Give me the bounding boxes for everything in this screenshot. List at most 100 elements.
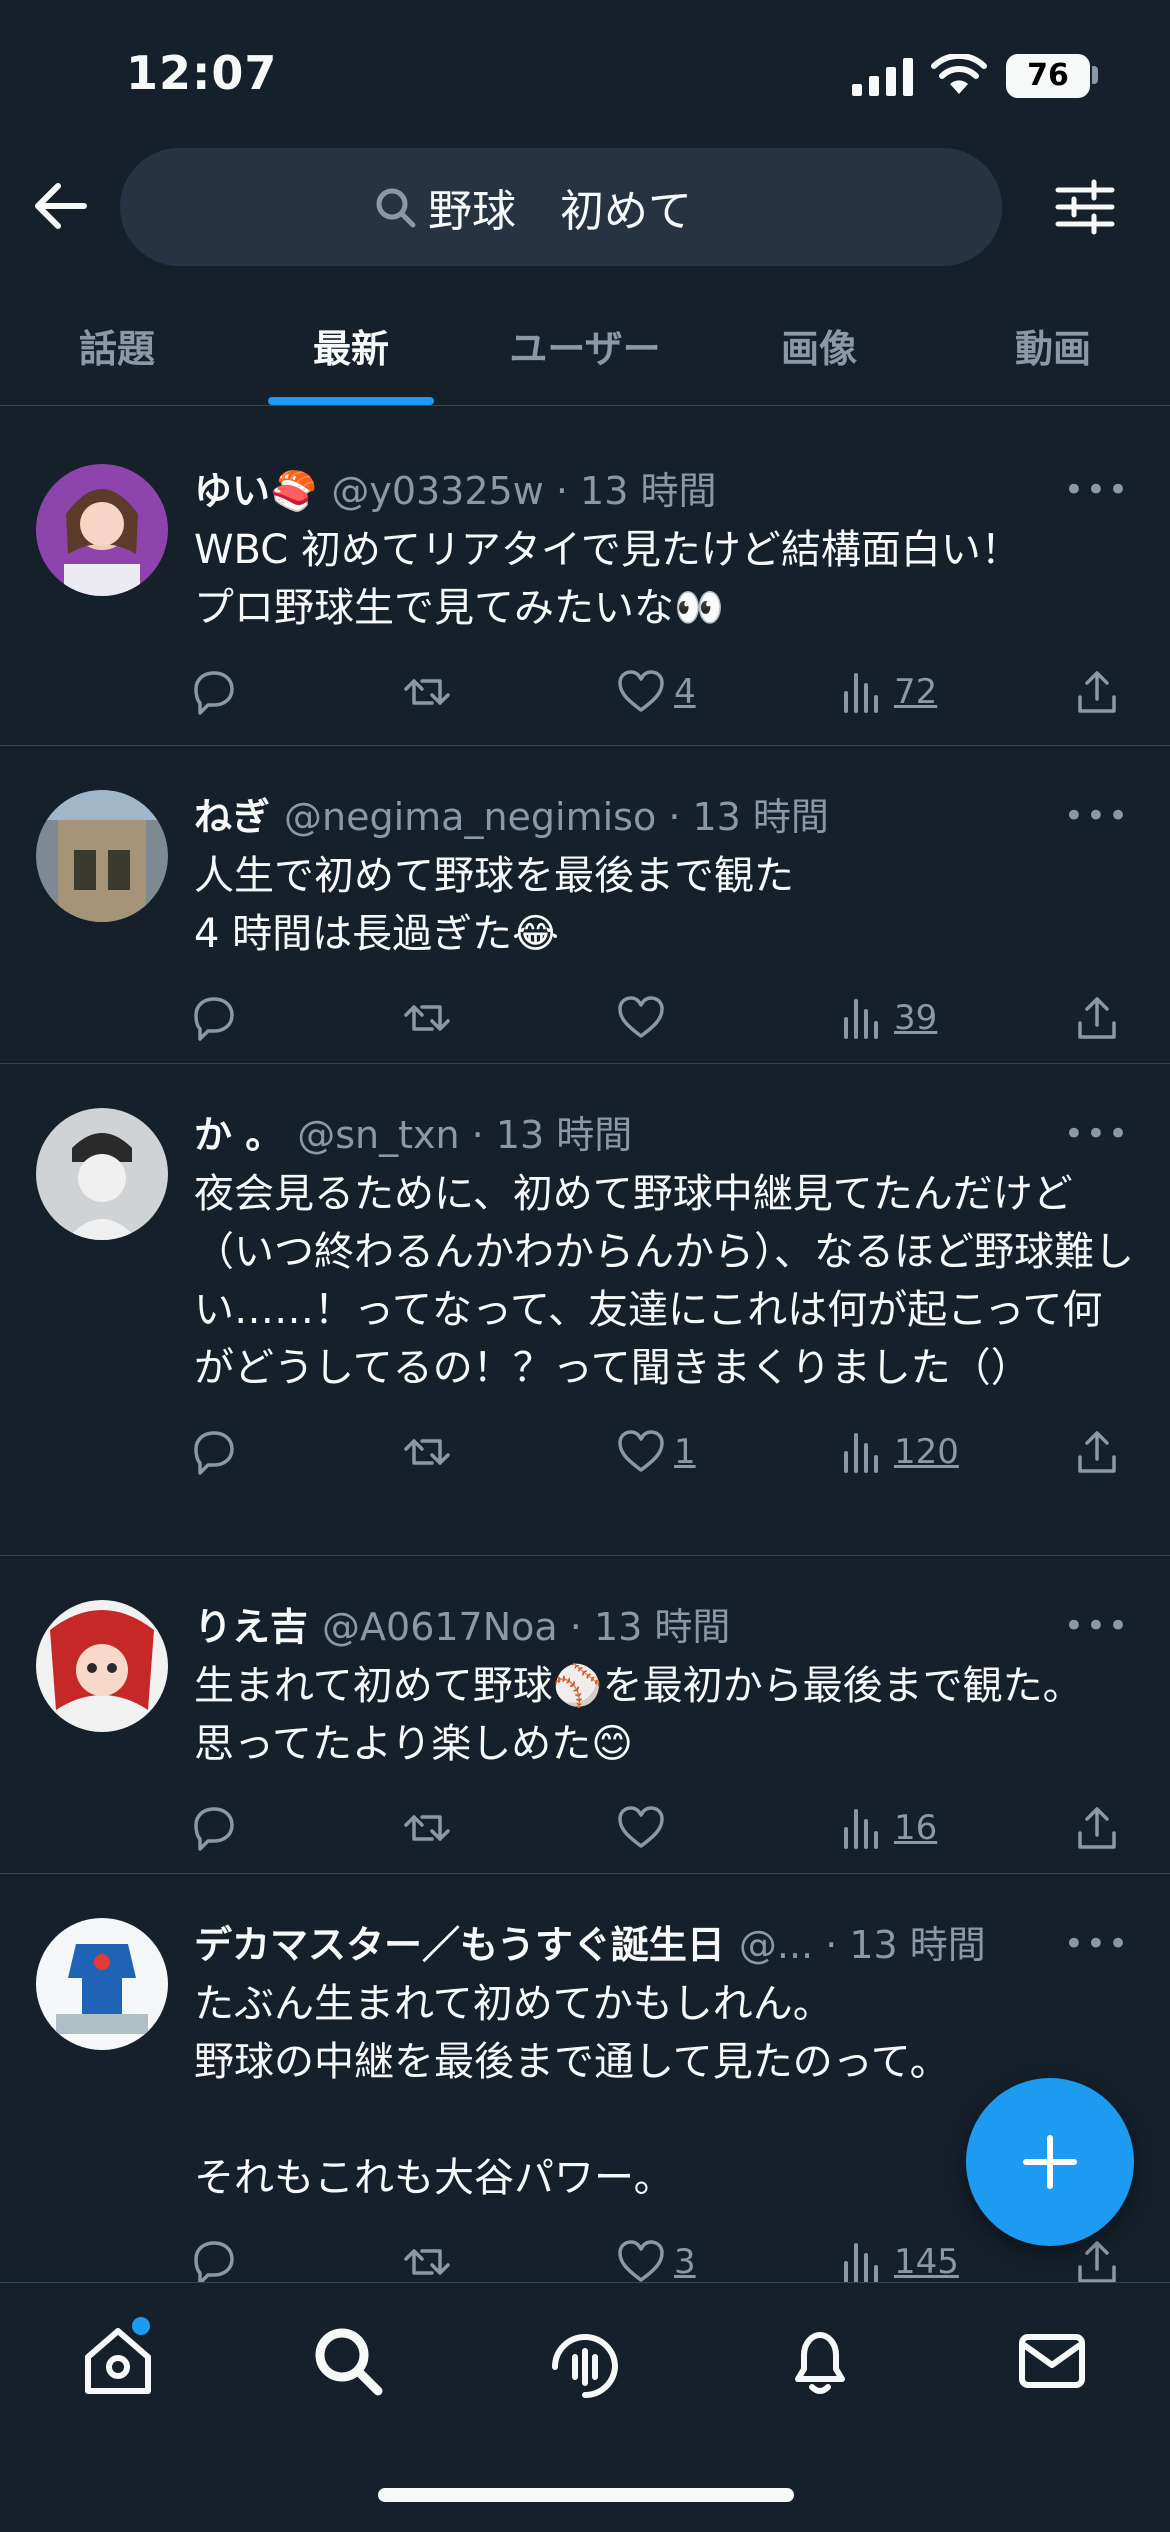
handle[interactable]: @sn_txn (297, 1113, 459, 1157)
more-icon[interactable]: ••• (1064, 1114, 1130, 1154)
views-button[interactable]: 39 (836, 993, 1072, 1043)
reply-button[interactable] (188, 2237, 402, 2287)
handle[interactable]: @... (739, 1923, 813, 1967)
handle[interactable]: @A0617Noa (322, 1605, 558, 1649)
tweet-actions: 4 72 (188, 637, 1134, 747)
compose-button[interactable] (966, 2078, 1134, 2246)
avatar[interactable] (36, 790, 168, 922)
search-bar[interactable] (120, 148, 1002, 266)
tab-topics[interactable]: 話題 (0, 296, 234, 405)
timestamp: 13 時間 (692, 795, 829, 839)
tweet-actions: 39 (188, 963, 1134, 1073)
tweet-text: 人生で初めて野球を最後まで観た 4 時間は長過ぎた😂 (194, 853, 794, 957)
spaces-icon[interactable] (545, 2321, 625, 2401)
more-icon[interactable]: ••• (1064, 1606, 1130, 1646)
separator: · (543, 469, 581, 513)
tweet[interactable]: りえ吉 @A0617Noa · 13 時間 ••• 生まれて初めて野球⚾を最初か… (0, 1556, 1170, 1874)
display-name[interactable]: ゆい🍣 (194, 460, 317, 515)
views-button[interactable]: 16 (836, 1803, 1072, 1853)
handle[interactable]: @negima_negimiso (284, 795, 656, 839)
share-button[interactable] (1072, 1427, 1122, 1477)
share-button[interactable] (1072, 993, 1122, 1043)
more-icon[interactable]: ••• (1064, 470, 1130, 510)
reply-button[interactable] (188, 1427, 402, 1477)
handle[interactable]: @y03325w (331, 469, 543, 513)
share-button[interactable] (1072, 667, 1122, 717)
views-button[interactable]: 72 (836, 667, 1072, 717)
share-icon (1078, 1431, 1116, 1473)
avatar[interactable] (36, 1918, 168, 2050)
search-icon[interactable] (308, 2321, 388, 2401)
tab-images[interactable]: 画像 (702, 296, 936, 405)
like-button[interactable] (616, 1803, 836, 1853)
notification-dot (132, 2317, 150, 2335)
filter-icon[interactable] (1054, 176, 1116, 238)
like-count: 1 (674, 1432, 696, 1472)
reply-button[interactable] (188, 667, 402, 717)
mail-icon[interactable] (1012, 2321, 1092, 2401)
tweet[interactable]: か 。 @sn_txn · 13 時間 ••• 夜会見るために、初めて野球中継見… (0, 1064, 1170, 1556)
tab-users[interactable]: ユーザー (468, 296, 702, 405)
bell-icon[interactable] (780, 2321, 860, 2401)
views-icon (844, 2243, 878, 2283)
wifi-icon (931, 54, 987, 94)
share-icon (1078, 997, 1116, 1039)
tab-videos[interactable]: 動画 (936, 296, 1170, 405)
retweet-button[interactable] (402, 1803, 616, 1853)
share-button[interactable] (1072, 2237, 1122, 2287)
like-icon (618, 1806, 664, 1848)
retweet-button[interactable] (402, 993, 616, 1043)
reply-button[interactable] (188, 993, 402, 1043)
like-button[interactable] (616, 993, 836, 1043)
display-name[interactable]: か 。 (194, 1104, 283, 1159)
display-name[interactable]: りえ吉 (194, 1596, 308, 1651)
views-button[interactable]: 120 (836, 1427, 1072, 1477)
like-icon (618, 2240, 664, 2282)
separator: · (656, 795, 693, 839)
more-icon[interactable]: ••• (1064, 796, 1130, 836)
retweet-icon (404, 679, 450, 705)
tweet[interactable]: ねぎ @negima_negimiso · 13 時間 ••• 人生で初めて野球… (0, 746, 1170, 1064)
views-icon (844, 1809, 878, 1849)
reply-button[interactable] (188, 1803, 402, 1853)
more-icon[interactable]: ••• (1064, 1924, 1130, 1964)
avatar[interactable] (36, 1108, 168, 1240)
like-button[interactable]: 4 (616, 667, 836, 717)
home-indicator (378, 2488, 794, 2502)
avatar[interactable] (36, 464, 168, 596)
retweet-icon (404, 2249, 450, 2275)
tweet[interactable]: ゆい🍣 @y03325w · 13 時間 ••• WBC 初めてリアタイで見たけ… (0, 420, 1170, 746)
tweet-text: 生まれて初めて野球⚾を最初から最後まで観た。 思ってたより楽しめた😊 (194, 1663, 1083, 1767)
share-icon (1078, 1807, 1116, 1849)
timestamp: 13 時間 (580, 469, 717, 513)
tweet-text: 夜会見るために、初めて野球中継見てたんだけど（いつ終わるんかわからんから）、なる… (194, 1171, 1134, 1391)
tweet[interactable]: デカマスター／もうすぐ誕生日 @... · 13 時間 ••• たぶん生まれて初… (0, 1874, 1170, 2314)
share-button[interactable] (1072, 1803, 1122, 1853)
share-icon (1078, 2241, 1116, 2283)
battery-tip (1092, 66, 1098, 84)
tweet-feed: ゆい🍣 @y03325w · 13 時間 ••• WBC 初めてリアタイで見たけ… (0, 420, 1170, 2314)
search-icon (376, 188, 416, 228)
like-button[interactable]: 3 (616, 2237, 836, 2287)
tweet-header: ゆい🍣 @y03325w · 13 時間 (194, 460, 1074, 515)
status-time: 12:07 (126, 46, 278, 100)
like-button[interactable]: 1 (616, 1427, 836, 1477)
separator: · (459, 1113, 496, 1157)
reply-icon (194, 671, 234, 715)
back-arrow-icon[interactable] (30, 176, 90, 236)
retweet-button[interactable] (402, 2237, 616, 2287)
tab-latest[interactable]: 最新 (234, 296, 468, 405)
display-name[interactable]: デカマスター／もうすぐ誕生日 (194, 1914, 725, 1969)
retweet-icon (404, 1815, 450, 1841)
display-name[interactable]: ねぎ (194, 786, 270, 841)
views-count: 145 (894, 2242, 959, 2282)
status-bar: 12:07 76 (0, 0, 1170, 140)
views-icon (844, 1433, 878, 1473)
tweet-header: か 。 @sn_txn · 13 時間 (194, 1104, 1074, 1159)
timestamp: 13 時間 (849, 1923, 986, 1967)
retweet-button[interactable] (402, 1427, 616, 1477)
search-input[interactable] (428, 181, 748, 233)
views-count: 72 (894, 672, 938, 712)
avatar[interactable] (36, 1600, 168, 1732)
retweet-button[interactable] (402, 667, 616, 717)
